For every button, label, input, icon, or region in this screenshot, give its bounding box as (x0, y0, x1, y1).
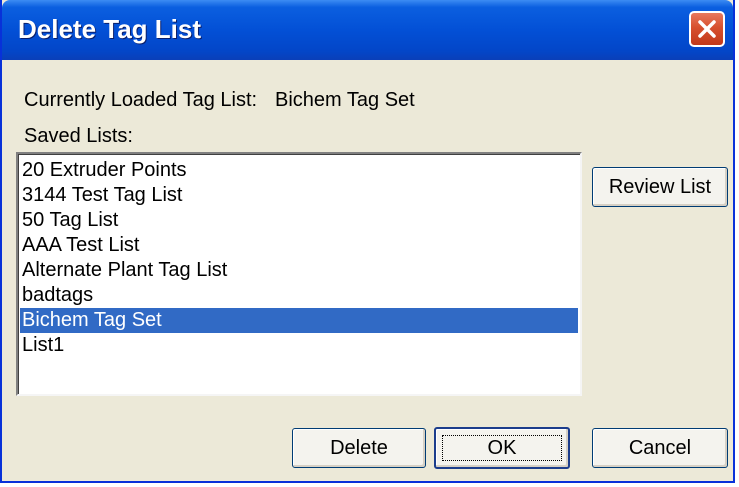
list-item[interactable]: badtags (20, 283, 578, 308)
list-item-selected[interactable]: Bichem Tag Set (20, 308, 578, 333)
list-item[interactable]: AAA Test List (20, 233, 578, 258)
title-bar[interactable]: Delete Tag List (2, 0, 733, 60)
close-button[interactable] (689, 11, 725, 47)
saved-lists-listbox[interactable]: 20 Extruder Points 3144 Test Tag List 50… (16, 152, 582, 396)
list-item[interactable]: 20 Extruder Points (20, 158, 578, 183)
delete-button[interactable]: Delete (292, 428, 426, 468)
close-icon (698, 20, 716, 38)
delete-button-label: Delete (330, 437, 388, 459)
dialog-window: Delete Tag List Currently Loaded Tag Lis… (0, 0, 735, 483)
list-item[interactable]: 3144 Test Tag List (20, 183, 578, 208)
list-item[interactable]: List1 (20, 333, 578, 358)
cancel-button-label: Cancel (628, 437, 692, 459)
saved-lists-label: Saved Lists: (24, 125, 133, 147)
list-item[interactable]: Alternate Plant Tag List (20, 258, 578, 283)
current-list-label: Currently Loaded Tag List: (24, 89, 258, 111)
ok-button[interactable]: OK (434, 427, 570, 469)
dialog-title: Delete Tag List (18, 14, 202, 44)
cancel-button[interactable]: Cancel (592, 428, 728, 468)
focus-ring (442, 435, 562, 461)
review-list-button-label: Review List (608, 176, 712, 198)
review-list-button[interactable]: Review List (592, 167, 728, 207)
list-item[interactable]: 50 Tag List (20, 208, 578, 233)
current-list-value: Bichem Tag Set (275, 89, 415, 111)
